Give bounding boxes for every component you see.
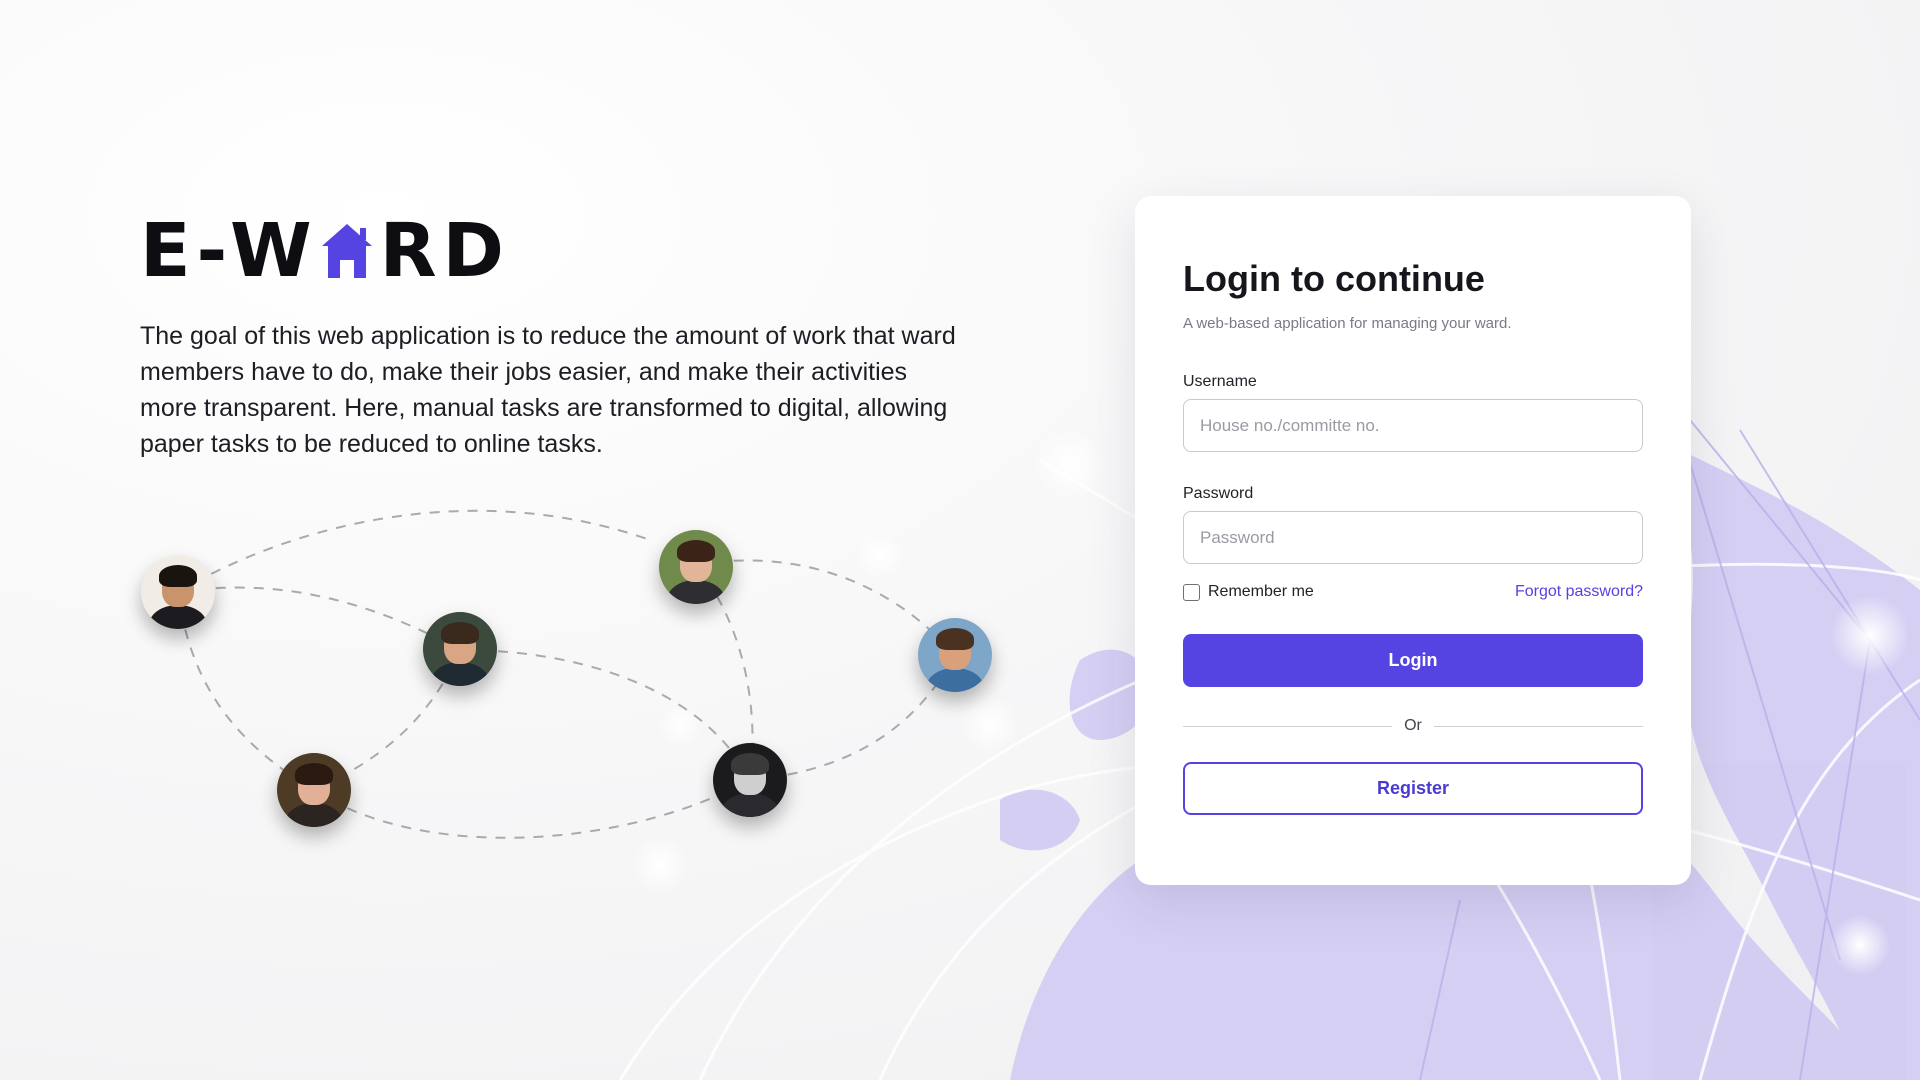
avatar-1 [141, 555, 215, 629]
login-subtitle: A web-based application for managing you… [1183, 315, 1512, 332]
avatar-5 [277, 753, 351, 827]
avatar-2 [423, 612, 497, 686]
remember-me-label: Remember me [1208, 583, 1314, 600]
avatar-6 [713, 743, 787, 817]
remember-me[interactable]: Remember me [1183, 583, 1314, 601]
remember-me-checkbox[interactable] [1183, 583, 1200, 601]
register-button[interactable]: Register [1183, 762, 1643, 815]
login-button[interactable]: Login [1183, 634, 1643, 687]
or-divider: Or [1183, 716, 1643, 736]
login-title: Login to continue [1183, 258, 1485, 299]
username-input[interactable] [1183, 399, 1643, 452]
divider-line-left [1183, 725, 1393, 727]
avatar-4 [918, 618, 992, 692]
password-label: Password [1183, 485, 1254, 502]
or-label: Or [1404, 717, 1422, 734]
password-input[interactable] [1183, 511, 1643, 564]
avatar-3 [659, 530, 733, 604]
forgot-password-link[interactable]: Forgot password? [1515, 583, 1643, 601]
username-label: Username [1183, 373, 1257, 390]
login-page: E-W RD The goal of this web application … [0, 0, 1920, 1080]
login-card: Login to continue A web-based applicatio… [1135, 196, 1691, 885]
divider-line-right [1433, 725, 1643, 727]
